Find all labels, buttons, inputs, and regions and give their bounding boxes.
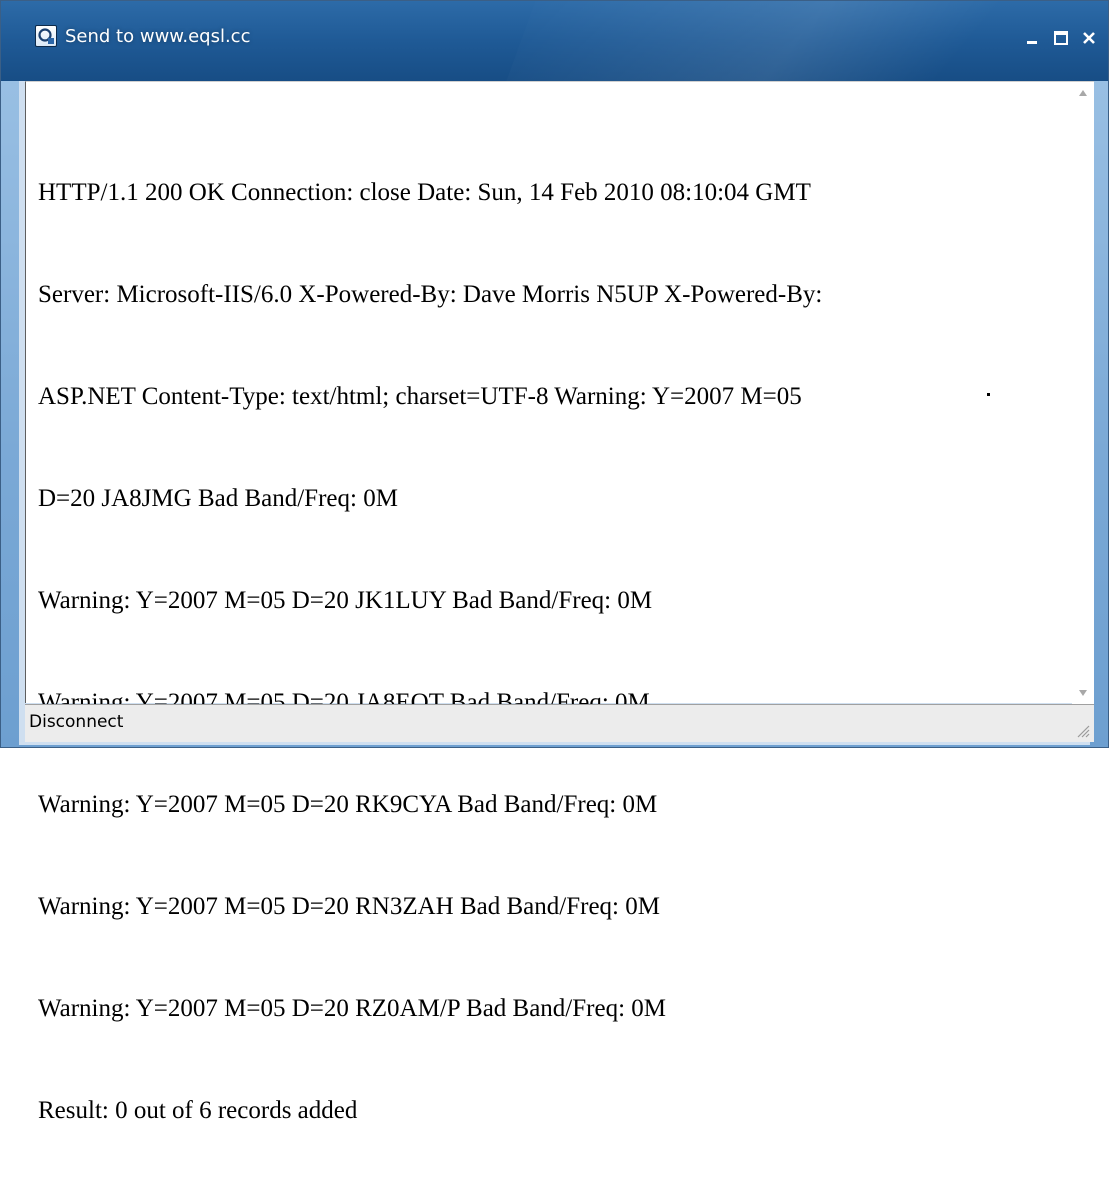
send-to-eqsl-window: Send to www.eqsl.cc HTTP/1.1 200 OK Conn… xyxy=(0,0,1109,1124)
response-line: D=20 JA8JMG Bad Band/Freq: 0M xyxy=(38,485,398,512)
minimize-icon xyxy=(1027,41,1037,44)
response-line: Warning: Y=2007 M=05 D=20 JK1LUY Bad Ban… xyxy=(38,587,653,614)
window-title: Send to www.eqsl.cc xyxy=(65,26,251,47)
response-text: HTTP/1.1 200 OK Connection: close Date: … xyxy=(38,108,1058,1124)
scroll-up-arrow-icon xyxy=(1079,90,1087,96)
title-bar-gloss xyxy=(491,1,1108,81)
status-bar: Disconnect xyxy=(25,704,1094,742)
response-line: Server: Microsoft-IIS/6.0 X-Powered-By: … xyxy=(38,281,823,308)
response-line: HTTP/1.1 200 OK Connection: close Date: … xyxy=(38,179,811,206)
eqsl-logo-icon xyxy=(38,28,54,44)
minimize-button[interactable] xyxy=(1020,25,1046,51)
stray-dot xyxy=(987,393,990,396)
response-line: Warning: Y=2007 M=05 D=20 RK9CYA Bad Ban… xyxy=(38,791,658,818)
response-line: Warning: Y=2007 M=05 D=20 RZ0AM/P Bad Ba… xyxy=(38,995,667,1022)
close-icon xyxy=(1083,32,1095,44)
status-text: Disconnect xyxy=(29,712,124,732)
title-bar[interactable]: Send to www.eqsl.cc xyxy=(1,1,1108,81)
resize-grip-icon[interactable] xyxy=(1074,722,1090,738)
window-controls xyxy=(1020,25,1102,51)
response-line: Warning: Y=2007 M=05 D=20 RN3ZAH Bad Ban… xyxy=(38,893,660,920)
vertical-scrollbar[interactable] xyxy=(1072,82,1094,704)
maximize-button[interactable] xyxy=(1048,25,1074,51)
maximize-icon xyxy=(1054,31,1068,45)
close-button[interactable] xyxy=(1076,25,1102,51)
scroll-down-arrow-icon xyxy=(1079,690,1087,696)
scroll-down-button[interactable] xyxy=(1072,682,1094,704)
response-text-area[interactable]: HTTP/1.1 200 OK Connection: close Date: … xyxy=(25,81,1094,1124)
eqsl-app-icon[interactable] xyxy=(35,25,57,47)
response-line: Result: 0 out of 6 records added xyxy=(38,1097,358,1124)
scroll-up-button[interactable] xyxy=(1072,82,1094,104)
response-line: ASP.NET Content-Type: text/html; charset… xyxy=(38,383,802,410)
